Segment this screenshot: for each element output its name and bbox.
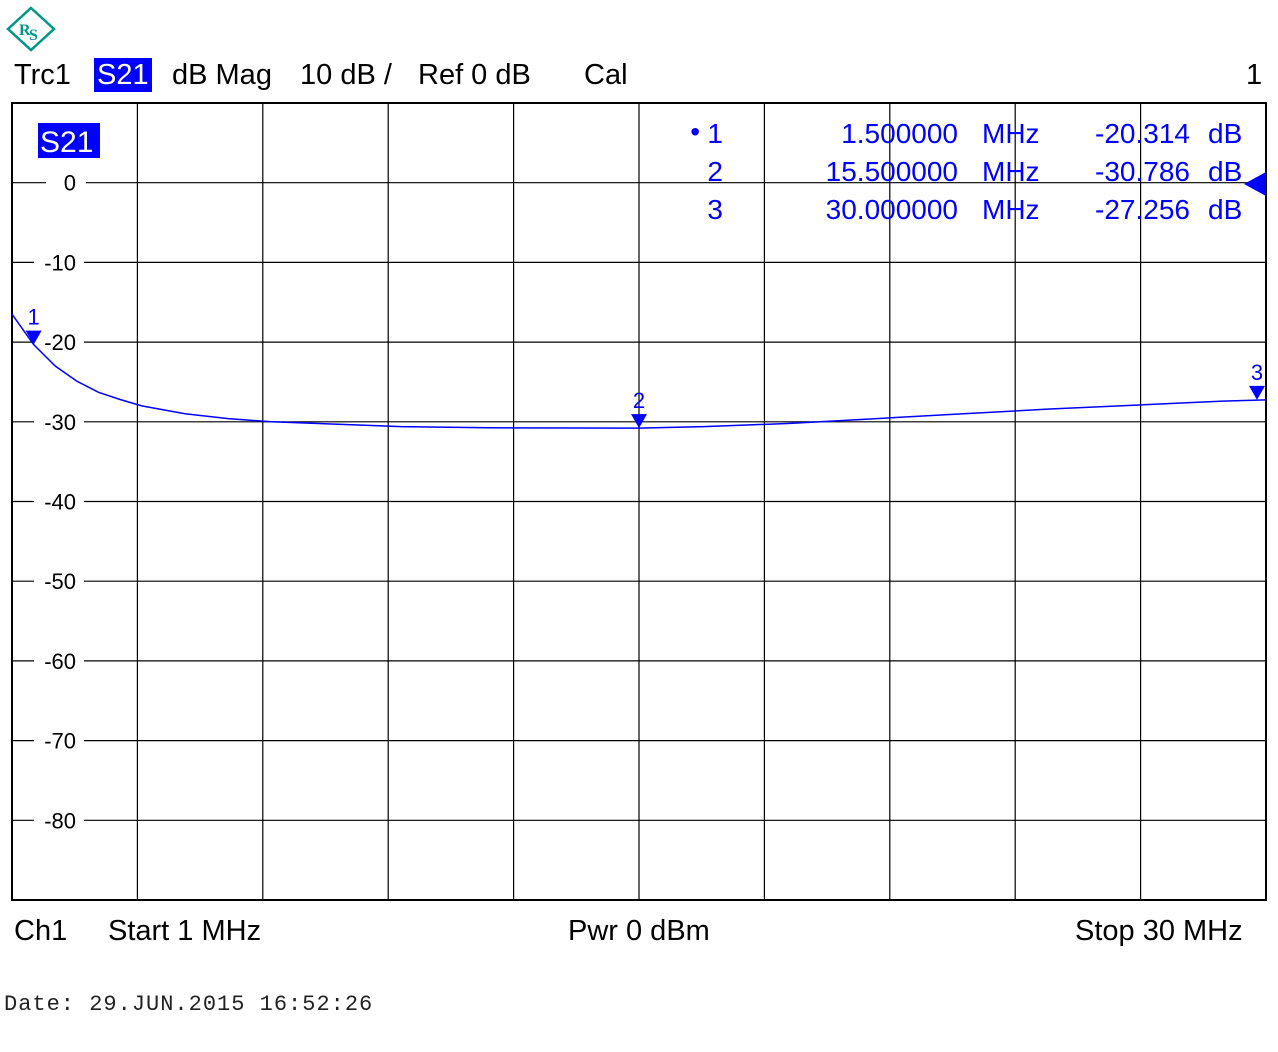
marker-triangle — [1249, 385, 1265, 400]
marker-table-frequency-unit: MHz — [982, 194, 1040, 225]
y-axis-ticks: 0 -10 -20 -30 -40 -50 -60 -70 -80 — [44, 171, 76, 834]
y-tick-label: -10 — [44, 250, 76, 275]
marker-table-frequency: 30.000000 — [826, 194, 958, 225]
trace-plot[interactable]: 0-10-20-30-40-50-60-70-80 S21 123 • 1 1.50… — [0, 0, 1278, 1052]
marker-table-frequency: 1.500000 — [841, 118, 958, 149]
marker-table-value: -20.314 — [1095, 118, 1190, 149]
marker-table-id: 2 — [707, 156, 723, 187]
source-power[interactable]: Pwr 0 dBm — [568, 914, 710, 948]
y-tick-label: -70 — [44, 729, 76, 754]
y-tick-label: -60 — [44, 649, 76, 674]
y-tick-label: -40 — [44, 490, 76, 515]
y-tick-label: -20 — [44, 330, 76, 355]
marker-triangle — [631, 414, 647, 429]
marker-table-value-unit: dB — [1208, 194, 1242, 225]
channel-label[interactable]: Ch1 — [14, 914, 67, 948]
stop-frequency[interactable]: Stop 30 MHz — [1075, 914, 1243, 948]
marker-number: 1 — [27, 305, 39, 330]
y-tick-label: -80 — [44, 808, 76, 833]
marker-table-frequency-unit: MHz — [982, 156, 1040, 187]
marker-table-id: 1 — [707, 118, 723, 149]
trace-label-in-plot: S21 — [40, 126, 93, 159]
marker-number: 3 — [1251, 360, 1263, 385]
start-frequency[interactable]: Start 1 MHz — [108, 914, 261, 948]
reference-level-arrow — [1244, 172, 1266, 196]
marker-table-frequency: 15.500000 — [826, 156, 958, 187]
plot-grid — [12, 103, 1266, 900]
y-tick-label: -30 — [44, 410, 76, 435]
marker-table-value-unit: dB — [1208, 156, 1242, 187]
marker-table-value: -30.786 — [1095, 156, 1190, 187]
marker-table-value: -27.256 — [1095, 194, 1190, 225]
y-tick-label: -50 — [44, 569, 76, 594]
active-marker-dot: • — [690, 116, 700, 147]
marker-table-id: 3 — [707, 194, 723, 225]
date-timestamp: Date: 29.JUN.2015 16:52:26 — [4, 992, 374, 1017]
marker-table-frequency-unit: MHz — [982, 118, 1040, 149]
marker-number: 2 — [633, 388, 645, 413]
y-tick-label: 0 — [64, 171, 76, 196]
marker-table-value-unit: dB — [1208, 118, 1242, 149]
marker-symbols: 1 2 3 — [25, 305, 1265, 429]
marker-table: • 1 1.500000 MHz -20.314 dB 2 15.500000 MHz -30.7… — [690, 116, 1242, 225]
